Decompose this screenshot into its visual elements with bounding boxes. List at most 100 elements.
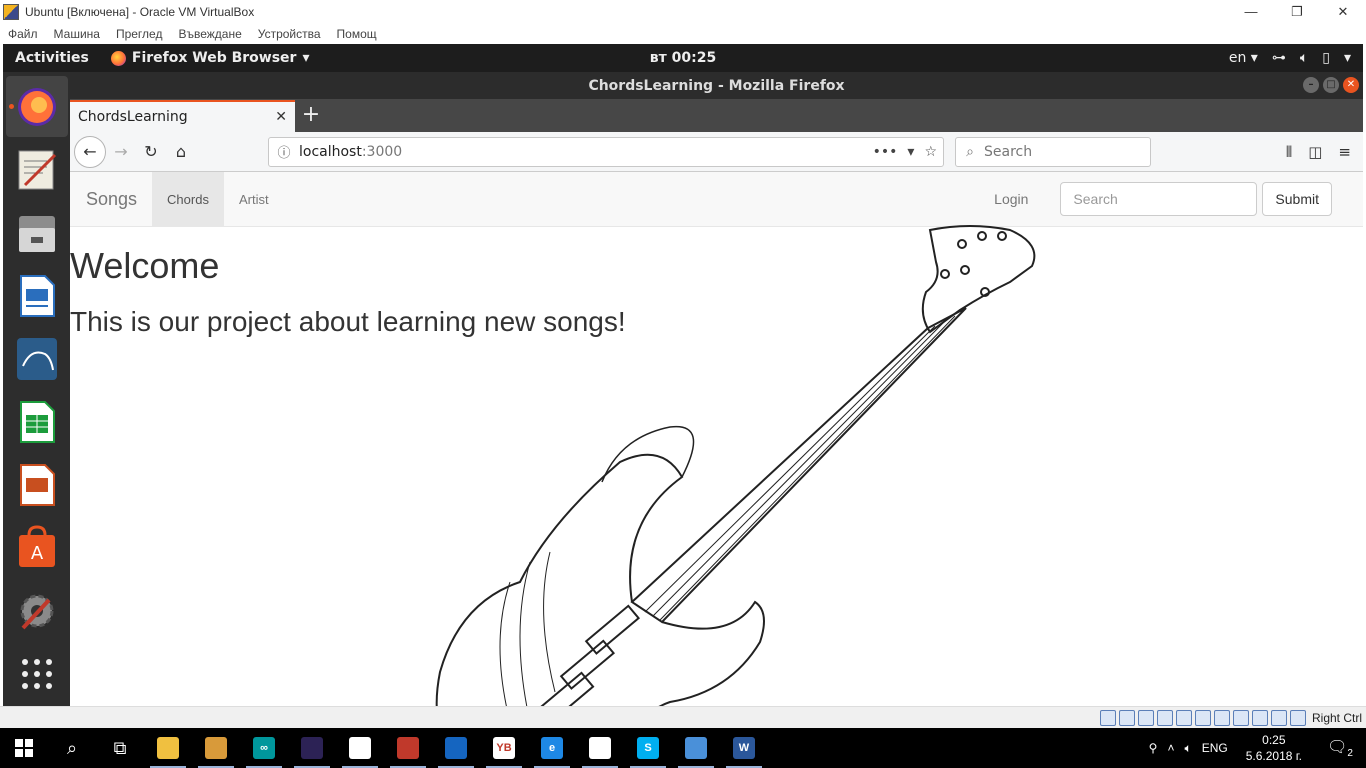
video-capture-icon[interactable] <box>1232 709 1249 726</box>
taskbar-app-arduino[interactable]: ∞ <box>240 728 288 768</box>
firefox-titlebar: ChordsLearning - Mozilla Firefox – □ ✕ <box>70 72 1363 99</box>
dock-item-files[interactable] <box>6 202 68 263</box>
system-tray: ⚲ ˄ 🔈︎ ENG 0:25 5.6.2018 г. 🗨︎2 <box>1149 732 1366 764</box>
display-icon[interactable] <box>1213 709 1230 726</box>
task-view-icon: ⧉ <box>113 737 127 758</box>
hard-disk-icon[interactable] <box>1099 709 1116 726</box>
pocket-icon[interactable]: ▾ <box>907 144 914 160</box>
language-indicator[interactable]: en ▾ <box>1229 50 1258 66</box>
search-icon: ⌕ <box>966 143 974 160</box>
menu-input[interactable]: Въвеждане <box>170 27 249 41</box>
taskbar-app-sticky-notes[interactable] <box>576 728 624 768</box>
taskbar-apps: ∞ YB e S W <box>144 728 768 768</box>
show-hidden-icons-chevron-icon[interactable]: ˄ <box>1167 741 1174 755</box>
mouse-integration-icon[interactable] <box>1270 709 1287 726</box>
dock-item-mysql-workbench[interactable] <box>6 328 68 389</box>
audio-icon[interactable] <box>1137 709 1154 726</box>
site-search-input[interactable] <box>1060 182 1258 216</box>
system-settings-icon <box>20 594 53 629</box>
restore-button[interactable]: ❐ <box>1274 0 1320 23</box>
running-indicator <box>8 104 14 109</box>
close-button[interactable]: ✕ <box>1320 0 1366 23</box>
app-menu[interactable]: Firefox Web Browser ▾ <box>101 50 310 66</box>
menu-machine[interactable]: Машина <box>46 27 108 41</box>
minimize-button[interactable]: — <box>1228 0 1274 23</box>
forward-button[interactable]: → <box>106 137 136 167</box>
firefox-minimize-button[interactable]: – <box>1303 77 1319 93</box>
activities-button[interactable]: Activities <box>3 50 101 66</box>
dock-item-libreoffice-impress[interactable] <box>6 454 68 515</box>
system-menu-chevron-icon[interactable]: ▾ <box>1344 50 1351 66</box>
taskbar-app-popcorn-time[interactable] <box>384 728 432 768</box>
submit-button[interactable]: Submit <box>1262 182 1332 216</box>
dock-item-ubuntu-software[interactable]: A <box>6 517 68 578</box>
keyboard-capture-icon[interactable] <box>1289 709 1306 726</box>
hamburger-menu-icon[interactable]: ≡ <box>1338 143 1351 161</box>
page-actions-icon[interactable]: ••• <box>873 144 898 160</box>
dock-item-show-applications[interactable] <box>6 643 68 704</box>
taskbar-app-photos[interactable] <box>672 728 720 768</box>
tab-close-icon[interactable]: ✕ <box>275 109 287 125</box>
dock-item-libreoffice-writer[interactable] <box>6 265 68 326</box>
site-info-icon[interactable]: ⓘ <box>269 142 299 161</box>
taskbar-app-edge[interactable]: e <box>528 728 576 768</box>
start-button[interactable] <box>0 728 48 768</box>
taskbar-app-skype[interactable]: S <box>624 728 672 768</box>
menu-devices[interactable]: Устройства <box>250 27 329 41</box>
taskbar-app-eclipse[interactable] <box>288 728 336 768</box>
battery-icon[interactable]: ▯ <box>1322 50 1330 66</box>
dock-item-text-editor[interactable] <box>6 139 68 200</box>
taskbar-app-word[interactable]: W <box>720 728 768 768</box>
taskbar-app-document[interactable] <box>336 728 384 768</box>
task-view-button[interactable]: ⧉ <box>96 728 144 768</box>
browser-search-bar[interactable]: ⌕ Search <box>955 136 1151 167</box>
chevron-down-icon: ▾ <box>302 50 310 66</box>
navbar-brand[interactable]: Songs <box>70 189 152 210</box>
document-icon <box>349 737 371 759</box>
dock-item-firefox[interactable] <box>5 76 68 137</box>
taskbar-clock[interactable]: 0:25 5.6.2018 г. <box>1238 732 1310 764</box>
menu-view[interactable]: Преглед <box>108 27 171 41</box>
firefox-close-button[interactable]: ✕ <box>1343 77 1359 93</box>
optical-drive-icon[interactable] <box>1118 709 1135 726</box>
taskbar-app-yandex-browser[interactable]: YB <box>480 728 528 768</box>
usb-icon[interactable] <box>1175 709 1192 726</box>
reload-button[interactable]: ↻ <box>136 137 166 167</box>
nav-link-chords[interactable]: Chords <box>152 172 224 227</box>
home-button[interactable]: ⌂ <box>166 137 196 167</box>
people-icon[interactable]: ⚲ <box>1149 741 1158 755</box>
library-icon[interactable]: ⫴ <box>1286 143 1292 161</box>
tray-language[interactable]: ENG <box>1202 741 1228 755</box>
menu-help[interactable]: Помощ <box>329 27 385 41</box>
file-explorer-icon <box>157 737 179 759</box>
login-link[interactable]: Login <box>978 191 1044 207</box>
popcorn-time-icon <box>397 737 419 759</box>
url-bar[interactable]: ⓘ localhost :3000 ••• ▾ ☆ <box>268 136 944 167</box>
taskbar-app-archive[interactable] <box>192 728 240 768</box>
dock-item-system-settings[interactable] <box>6 580 68 641</box>
cpu-icon[interactable] <box>1251 709 1268 726</box>
shared-folders-icon[interactable] <box>1194 709 1211 726</box>
network-adapter-icon[interactable] <box>1156 709 1173 726</box>
firefox-maximize-button[interactable]: □ <box>1323 77 1339 93</box>
taskbar-app-virtualbox[interactable] <box>432 728 480 768</box>
taskbar-app-file-explorer[interactable] <box>144 728 192 768</box>
notification-count: 2 <box>1347 748 1353 760</box>
sidebar-icon[interactable]: ◫ <box>1308 143 1322 161</box>
tab-chordslearning[interactable]: ChordsLearning ✕ <box>70 100 295 132</box>
menu-file[interactable]: Файл <box>0 27 46 41</box>
nav-link-artist[interactable]: Artist <box>224 172 284 227</box>
network-icon[interactable]: ⊶ <box>1272 50 1286 66</box>
volume-icon[interactable]: 🔈︎ <box>1184 741 1191 756</box>
vbox-device-indicators <box>1099 709 1306 726</box>
svg-text:A: A <box>30 543 43 564</box>
new-tab-button[interactable]: + <box>295 100 327 132</box>
bookmark-star-icon[interactable]: ☆ <box>924 144 937 160</box>
search-button[interactable]: ⌕ <box>48 728 96 768</box>
dock-item-libreoffice-calc[interactable] <box>6 391 68 452</box>
page-tagline: This is our project about learning new s… <box>70 306 626 337</box>
action-center-button[interactable]: 🗨︎2 <box>1320 737 1360 759</box>
back-button[interactable]: ← <box>74 135 106 168</box>
files-icon <box>18 215 55 252</box>
volume-icon[interactable]: 🔈︎ <box>1300 50 1308 66</box>
